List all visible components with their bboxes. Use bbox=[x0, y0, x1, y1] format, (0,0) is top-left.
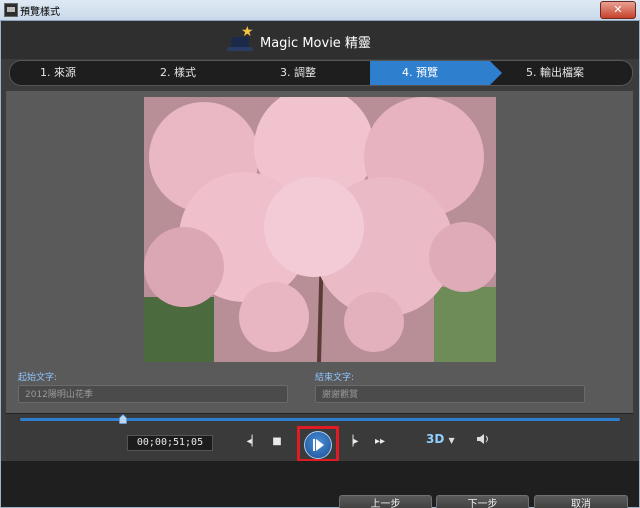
play-pause-icon bbox=[313, 439, 324, 451]
title-bar: 預覽樣式 ✕ bbox=[0, 0, 640, 21]
magic-hat-icon: ★ bbox=[227, 25, 255, 53]
wizard-steps: 1. 來源 2. 樣式 3. 調整 4. 預覽 5. 輸出檔案 bbox=[9, 60, 633, 86]
window-title: 預覽樣式 bbox=[20, 7, 60, 18]
3d-mode-button[interactable]: 3D ▼ bbox=[426, 432, 455, 446]
start-text-field[interactable]: 2012陽明山花季 bbox=[18, 385, 288, 403]
play-button-highlight bbox=[297, 426, 339, 462]
header: ★ Magic Movie 精靈 bbox=[1, 21, 639, 59]
cancel-button[interactable]: 取消 bbox=[534, 495, 628, 508]
close-button[interactable]: ✕ bbox=[600, 1, 636, 19]
step-preview[interactable]: 4. 預覽 bbox=[370, 61, 502, 85]
app-body: ★ Magic Movie 精靈 1. 來源 2. 樣式 3. 調整 4. 預覽… bbox=[1, 21, 639, 508]
fast-forward-icon[interactable]: ▸▸ bbox=[371, 433, 389, 451]
product-title: Magic Movie 精靈 bbox=[260, 36, 371, 51]
end-text-field[interactable]: 謝謝觀賞 bbox=[315, 385, 585, 403]
footer: 上一步 下一步 取消 bbox=[1, 461, 639, 508]
start-text-label: 起始文字: bbox=[18, 373, 58, 383]
volume-icon[interactable] bbox=[474, 433, 492, 451]
play-pause-button[interactable] bbox=[304, 431, 332, 459]
timeline-bar[interactable] bbox=[20, 418, 620, 421]
timeline-handle[interactable] bbox=[119, 414, 127, 424]
end-text-label: 結束文字: bbox=[315, 373, 355, 383]
timecode-display: 00;00;51;05 bbox=[127, 435, 213, 451]
player-controls: 00;00;51;05 ◂▏ ■ ▕▸ ▸▸ 3D ▼ bbox=[6, 413, 633, 462]
next-frame-icon[interactable]: ▕▸ bbox=[343, 433, 361, 451]
preview-panel: 起始文字: 2012陽明山花季 結束文字: 謝謝觀賞 bbox=[6, 91, 633, 413]
preview-image bbox=[144, 97, 496, 362]
next-button[interactable]: 下一步 bbox=[436, 495, 529, 508]
back-button[interactable]: 上一步 bbox=[339, 495, 432, 508]
step-output[interactable]: 5. 輸出檔案 bbox=[516, 61, 640, 85]
prev-frame-icon[interactable]: ◂▏ bbox=[244, 433, 262, 451]
app-window: 預覽樣式 ✕ ★ Magic Movie 精靈 1. 來源 2. 樣式 3. 調… bbox=[0, 0, 640, 508]
app-icon bbox=[4, 3, 18, 17]
stop-icon[interactable]: ■ bbox=[268, 433, 286, 451]
